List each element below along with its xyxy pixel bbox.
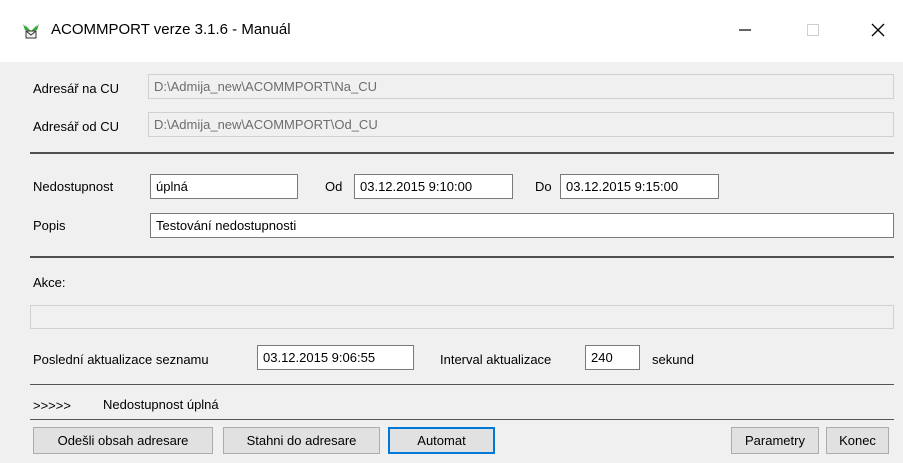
download-to-directory-button[interactable]: Stahni do adresare	[223, 427, 380, 454]
maximize-button[interactable]	[790, 10, 836, 50]
description-label: Popis	[33, 218, 66, 233]
end-button[interactable]: Konec	[826, 427, 889, 454]
last-update-label: Poslední aktualizace seznamu	[33, 352, 209, 367]
separator-line	[30, 152, 894, 154]
close-icon	[871, 23, 885, 37]
outage-label: Nedostupnost	[33, 179, 114, 194]
last-update-field[interactable]: 03.12.2015 9:06:55	[257, 345, 414, 370]
separator-line	[30, 384, 894, 385]
to-time-label: Do	[535, 179, 552, 194]
to-cu-dir-field[interactable]: D:\Admija_new\ACOMMPORT\Na_CU	[148, 74, 894, 99]
status-prefix: >>>>>	[33, 398, 71, 413]
parameters-button[interactable]: Parametry	[731, 427, 819, 454]
automat-button[interactable]: Automat	[388, 427, 495, 454]
actions-label: Akce:	[33, 275, 66, 290]
from-cu-dir-label: Adresář od CU	[33, 119, 119, 134]
to-time-field[interactable]: 03.12.2015 9:15:00	[560, 174, 719, 199]
from-time-label: Od	[325, 179, 343, 194]
update-interval-label: Interval aktualizace	[440, 352, 552, 367]
interval-unit-label: sekund	[652, 352, 694, 367]
description-field[interactable]: Testování nedostupnosti	[150, 213, 894, 238]
update-interval-field[interactable]: 240	[585, 345, 640, 370]
from-cu-dir-field[interactable]: D:\Admija_new\ACOMMPORT\Od_CU	[148, 112, 894, 137]
to-cu-dir-label: Adresář na CU	[33, 81, 119, 96]
from-time-field[interactable]: 03.12.2015 9:10:00	[354, 174, 513, 199]
send-directory-button[interactable]: Odešli obsah adresare	[33, 427, 213, 454]
status-text: Nedostupnost úplná	[103, 397, 219, 412]
minimize-button[interactable]	[722, 10, 768, 50]
separator-line	[30, 256, 894, 258]
title-bar[interactable]: ACOMMPORT verze 3.1.6 - Manuál	[0, 0, 903, 62]
actions-field[interactable]	[30, 305, 894, 329]
outage-type-field[interactable]: úplná	[150, 174, 298, 199]
separator-line	[30, 419, 894, 420]
app-logo-icon	[23, 24, 39, 39]
minimize-icon	[739, 29, 751, 31]
maximize-icon	[807, 24, 819, 36]
close-button[interactable]	[855, 10, 901, 50]
window-title: ACOMMPORT verze 3.1.6 - Manuál	[51, 21, 291, 38]
